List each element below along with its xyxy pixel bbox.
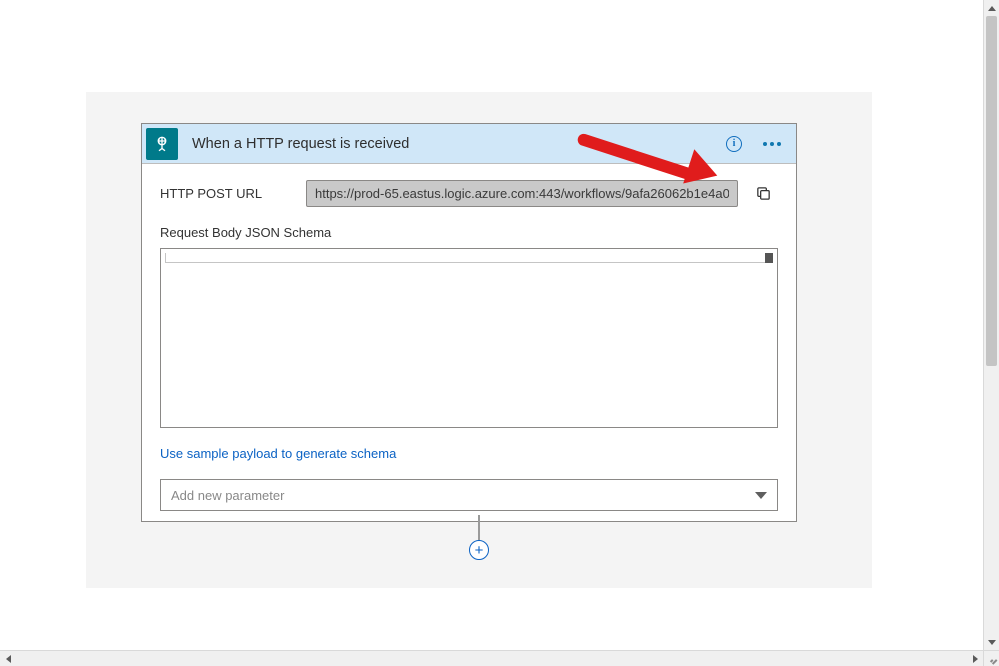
url-label: HTTP POST URL (160, 186, 306, 201)
sample-payload-row: Use sample payload to generate schema (160, 446, 778, 461)
designer-canvas[interactable]: When a HTTP request is received i HTTP P… (86, 92, 872, 588)
scroll-up-button[interactable] (984, 0, 999, 16)
vscroll-thumb[interactable] (986, 16, 997, 366)
more-button[interactable] (758, 130, 786, 158)
content-area: When a HTTP request is received i HTTP P… (0, 0, 983, 650)
url-row: HTTP POST URL (160, 180, 778, 207)
copy-icon (755, 185, 772, 202)
card-header[interactable]: When a HTTP request is received i (142, 124, 796, 164)
add-parameter-placeholder: Add new parameter (171, 488, 284, 503)
card-body: HTTP POST URL Request Body JSON Schema (142, 164, 796, 521)
http-request-icon (146, 128, 178, 160)
info-button[interactable]: i (720, 130, 748, 158)
scroll-right-button[interactable] (967, 651, 983, 666)
json-schema-textarea[interactable] (160, 248, 778, 428)
editor-scrollbar-thumb[interactable] (765, 253, 773, 263)
viewport: When a HTTP request is received i HTTP P… (0, 0, 999, 666)
schema-label: Request Body JSON Schema (160, 225, 778, 240)
horizontal-scrollbar[interactable] (0, 650, 983, 666)
use-sample-payload-link[interactable]: Use sample payload to generate schema (160, 446, 396, 461)
info-icon: i (726, 136, 742, 152)
add-parameter-dropdown[interactable]: Add new parameter (160, 479, 778, 511)
add-step-button[interactable]: + (469, 540, 489, 560)
vertical-scrollbar[interactable] (983, 0, 999, 650)
chevron-down-icon (755, 492, 767, 499)
editor-top-border (165, 253, 773, 263)
triangle-up-icon (988, 6, 996, 11)
trigger-card: When a HTTP request is received i HTTP P… (141, 123, 797, 522)
triangle-down-icon (988, 640, 996, 645)
copy-url-button[interactable] (748, 180, 778, 207)
triangle-left-icon (6, 655, 11, 663)
ellipsis-icon (763, 142, 781, 146)
resize-grip-icon (987, 654, 997, 664)
scroll-left-button[interactable] (0, 651, 16, 666)
card-title: When a HTTP request is received (178, 136, 720, 152)
scrollbar-corner (983, 650, 999, 666)
triangle-right-icon (973, 655, 978, 663)
http-post-url-input[interactable] (306, 180, 738, 207)
scroll-down-button[interactable] (984, 634, 999, 650)
vscroll-track[interactable] (984, 16, 999, 634)
